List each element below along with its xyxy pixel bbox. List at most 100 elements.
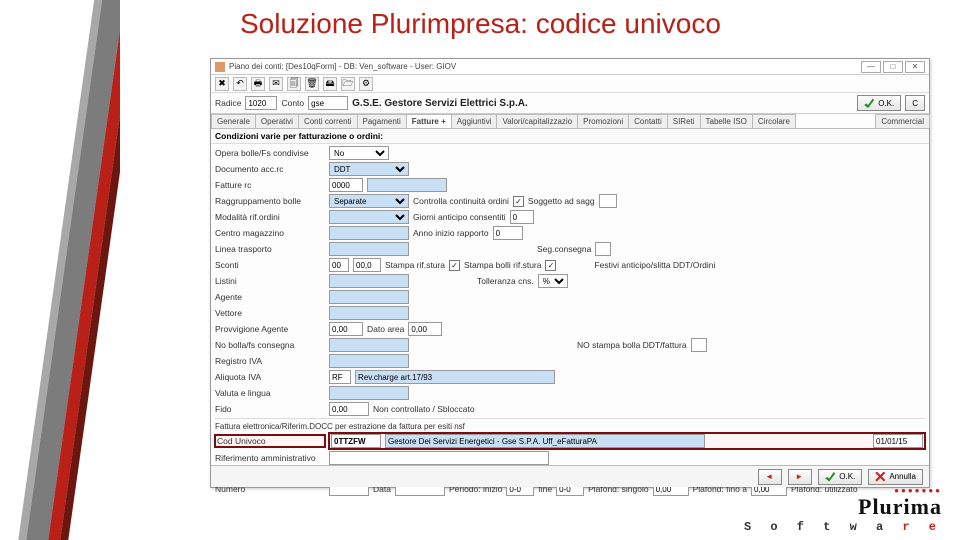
nobst-label: No bolla/fs consegna xyxy=(215,340,325,350)
ragr-select[interactable]: Separate xyxy=(329,194,409,208)
tab-conti[interactable]: Conti correnti xyxy=(298,114,358,128)
fido-note: Non controllato / Sbloccato xyxy=(373,404,475,414)
form-area: Opera bolle/Fs condivise No Documento ac… xyxy=(211,144,929,498)
tool-open-icon[interactable]: 🗁 xyxy=(341,77,355,91)
radice-input[interactable] xyxy=(245,96,277,110)
tab-valori[interactable]: Valori/capitalizzazio xyxy=(496,114,578,128)
valuta-input[interactable] xyxy=(329,386,409,400)
regiva-input[interactable] xyxy=(329,354,409,368)
sb-checkbox[interactable]: ✓ xyxy=(545,260,556,271)
anno-input[interactable] xyxy=(493,226,523,240)
aliq-cod[interactable] xyxy=(329,370,351,384)
fattura-desc[interactable] xyxy=(367,178,447,192)
minimize-button[interactable]: — xyxy=(861,61,881,73)
tol-label: Tolleranza cns. xyxy=(477,276,534,286)
opera-select[interactable]: No xyxy=(329,146,389,160)
tab-fatture[interactable]: Fatture + xyxy=(406,114,452,128)
bottom-bar: ◄ ► O.K. Annulla xyxy=(211,465,929,487)
mod-select[interactable] xyxy=(329,210,409,224)
aliq-label: Aliquota IVA xyxy=(215,372,325,382)
tab-aggiuntivi[interactable]: Aggiuntivi xyxy=(451,114,498,128)
tool-settings-icon[interactable]: ⚙ xyxy=(359,77,373,91)
ok-button[interactable]: O.K. xyxy=(818,469,862,485)
tool-print-icon[interactable]: 🖶 xyxy=(251,77,265,91)
sb-label: Stampa bolli rif.stura xyxy=(464,260,541,270)
seg-input[interactable] xyxy=(595,242,611,256)
nob-input[interactable] xyxy=(691,338,707,352)
fatel-title: Fattura elettronica/Riferim.DOCC per est… xyxy=(215,418,925,431)
sconti-ul[interactable] xyxy=(329,258,349,272)
tab-commercial[interactable]: Commercial xyxy=(875,114,930,128)
ctrl-label: Controlla continuità ordini xyxy=(413,196,509,206)
rif-input[interactable] xyxy=(329,451,549,465)
aliq-desc[interactable] xyxy=(355,370,555,384)
centro-input[interactable] xyxy=(329,226,409,240)
univoco-date[interactable] xyxy=(873,434,923,448)
rif-label: Riferimento amministrativo xyxy=(215,453,325,463)
next-button[interactable]: ► xyxy=(788,469,812,485)
anno-label: Anno inizio rapporto xyxy=(413,228,489,238)
section-heading: Condizioni varie per fatturazione o ordi… xyxy=(211,129,929,144)
listini-label: Listini xyxy=(215,276,325,286)
logo-sub: S o f t w a r e xyxy=(744,520,942,534)
linea-input[interactable] xyxy=(329,242,409,256)
header-search-button[interactable]: C xyxy=(905,95,925,111)
linea-label: Linea trasporto xyxy=(215,244,325,254)
tab-promo[interactable]: Promozioni xyxy=(577,114,629,128)
sogg-label: Soggetto ad sagg xyxy=(528,196,595,206)
arrow-right-icon: ► xyxy=(795,472,805,482)
maximize-button[interactable]: □ xyxy=(883,61,903,73)
tab-strip: Generale Operativi Conti correnti Pagame… xyxy=(211,114,929,129)
tool-close-icon[interactable]: ✖ xyxy=(215,77,229,91)
seg-label: Seg.consegna xyxy=(537,244,591,254)
app-icon xyxy=(215,62,225,72)
tab-contatti[interactable]: Contatti xyxy=(628,114,668,128)
tool-delete-icon[interactable]: 🗑 xyxy=(305,77,319,91)
tool-save-icon[interactable]: 🖴 xyxy=(323,77,337,91)
nob-label: NO stampa bolla DDT/fattura xyxy=(577,340,687,350)
close-button[interactable]: ✕ xyxy=(905,61,925,73)
dr-label: Dato area xyxy=(367,324,404,334)
header-ok-button[interactable]: O.K. xyxy=(857,95,901,111)
gg-input[interactable] xyxy=(510,210,534,224)
titlebar: Piano dei conti: [Des10qForm] - DB: Ven_… xyxy=(211,59,929,75)
tab-circolare[interactable]: Circolare xyxy=(752,114,796,128)
tab-operativi[interactable]: Operativi xyxy=(255,114,299,128)
tool-undo-icon[interactable]: ↶ xyxy=(233,77,247,91)
st-label: Stampa rif.stura xyxy=(385,260,445,270)
tab-iso[interactable]: Tabelle ISO xyxy=(700,114,753,128)
documento-select[interactable]: DDT xyxy=(329,162,409,176)
listini-input[interactable] xyxy=(329,274,409,288)
prev-button[interactable]: ◄ xyxy=(758,469,782,485)
annulla-button[interactable]: Annulla xyxy=(868,469,923,485)
tab-pagamenti[interactable]: Pagamenti xyxy=(357,114,407,128)
conto-label: Conto xyxy=(281,98,304,108)
fest-label: Festivi anticipo/slitta DDT/Ordini xyxy=(594,260,715,270)
tool-copy-icon[interactable]: 🗐 xyxy=(287,77,301,91)
slide-accent xyxy=(0,0,120,540)
univoco-input[interactable] xyxy=(331,434,381,448)
prov-v2[interactable] xyxy=(408,322,442,336)
sconti-label: Sconti xyxy=(215,260,325,270)
fattura-input[interactable] xyxy=(329,178,363,192)
agente-input[interactable] xyxy=(329,290,409,304)
nobst-input[interactable] xyxy=(329,338,409,352)
tab-generale[interactable]: Generale xyxy=(211,114,256,128)
st-checkbox[interactable]: ✓ xyxy=(449,260,460,271)
ctrl-checkbox[interactable]: ✓ xyxy=(513,196,524,207)
tab-sireti[interactable]: SIReti xyxy=(667,114,701,128)
conto-input[interactable] xyxy=(308,96,348,110)
sconti-v[interactable] xyxy=(353,258,381,272)
opera-label: Opera bolle/Fs condivise xyxy=(215,148,325,158)
tol-select[interactable]: % xyxy=(538,274,568,288)
fido-label: Fido xyxy=(215,404,325,414)
app-window: Piano dei conti: [Des10qForm] - DB: Ven_… xyxy=(210,58,930,488)
univoco-desc[interactable] xyxy=(385,434,705,448)
fido-input[interactable] xyxy=(329,402,369,416)
check-icon xyxy=(864,98,874,108)
mod-label: Modalità rif.ordini xyxy=(215,212,325,222)
vettore-input[interactable] xyxy=(329,306,409,320)
sogg-input[interactable] xyxy=(599,194,617,208)
prov-v1[interactable] xyxy=(329,322,363,336)
tool-mail-icon[interactable]: ✉ xyxy=(269,77,283,91)
